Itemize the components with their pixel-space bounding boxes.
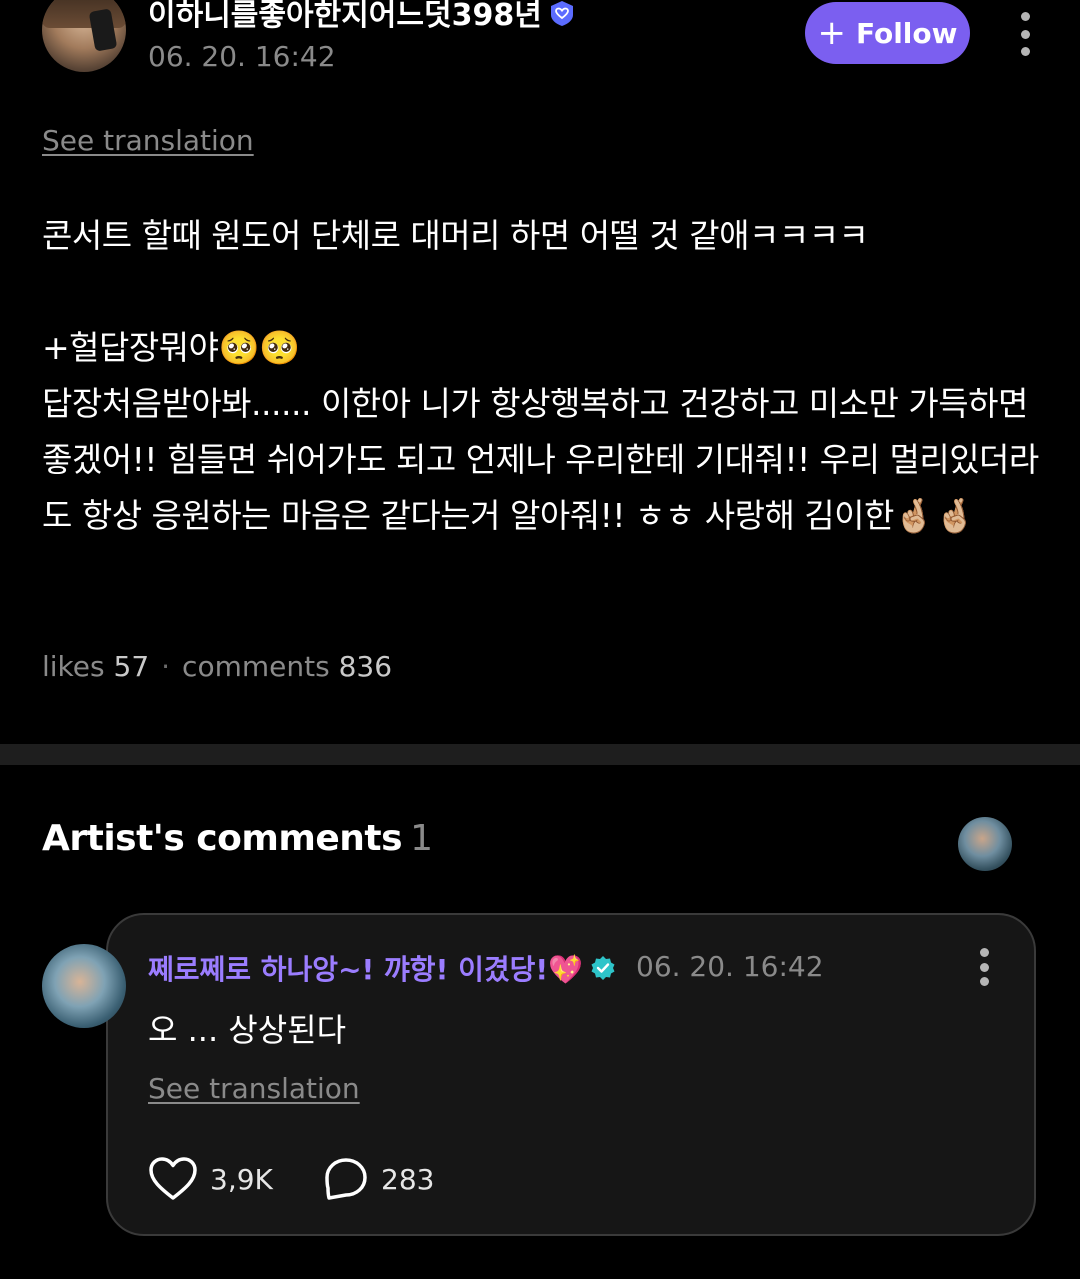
- artist-comments-count: 1: [410, 818, 433, 859]
- dot: [979, 977, 989, 986]
- comment-timestamp: 06. 20. 16:42: [636, 950, 824, 983]
- artist-comments-label: Artist's comments: [42, 818, 403, 859]
- more-options-icon[interactable]: [1012, 12, 1038, 56]
- author-name-row[interactable]: 이하니를좋아한지어느덧398년: [148, 0, 576, 34]
- heart-badge-icon: [550, 0, 573, 26]
- comment-more-options-icon[interactable]: [972, 948, 996, 986]
- artist-comments-title: Artist's comments 1: [42, 818, 433, 859]
- author-name[interactable]: 이하니를좋아한지어느덧398년: [148, 0, 542, 33]
- dot: [979, 962, 989, 972]
- section-divider: [0, 744, 1080, 765]
- verified-check-icon: [591, 956, 615, 980]
- reply-count: 283: [381, 1162, 435, 1196]
- artist-avatar[interactable]: [958, 817, 1012, 871]
- post-stats: likes 57 · comments 836: [42, 650, 392, 683]
- post-timestamp: 06. 20. 16:42: [148, 40, 336, 73]
- see-translation-link[interactable]: See translation: [42, 124, 254, 157]
- heart-icon: [149, 1157, 197, 1200]
- comment-text: 오 ... 상상된다: [148, 1011, 347, 1049]
- like-count: 3,9K: [210, 1162, 273, 1196]
- follow-button[interactable]: + Follow: [805, 2, 970, 64]
- dot: [979, 948, 989, 957]
- reply-button[interactable]: 283: [323, 1154, 434, 1204]
- comment-author-name[interactable]: 쩨로쩨로 하나앙~! 꺄항! 이겼당!💖: [148, 953, 583, 986]
- comment-author-row[interactable]: 쩨로쩨로 하나앙~! 꺄항! 이겼당!💖: [148, 948, 617, 988]
- comments-count[interactable]: 836: [339, 650, 392, 683]
- dot: [1020, 12, 1030, 21]
- dot: [1020, 47, 1030, 56]
- like-button[interactable]: 3,9K: [148, 1154, 273, 1204]
- post-header: 이하니를좋아한지어느덧398년 06. 20. 16:42 + Follow: [0, 0, 1080, 100]
- plus-icon: +: [817, 13, 846, 53]
- follow-label: Follow: [855, 16, 958, 50]
- author-avatar[interactable]: [42, 0, 126, 72]
- comment-author-avatar[interactable]: [42, 944, 126, 1028]
- comment-bubble-icon: [325, 1158, 367, 1200]
- comment-see-translation-link[interactable]: See translation: [148, 1072, 360, 1105]
- avatar-hair: [42, 0, 126, 28]
- comments-label[interactable]: comments: [182, 650, 330, 683]
- dot: [1020, 29, 1030, 39]
- post-body-text: 콘서트 할때 원도어 단체로 대머리 하면 어떨 것 같애ㅋㅋㅋㅋ +헐답장뭐야…: [42, 216, 1039, 535]
- likes-count[interactable]: 57: [114, 650, 150, 683]
- likes-label[interactable]: likes: [42, 650, 105, 683]
- stats-separator: ·: [161, 650, 171, 683]
